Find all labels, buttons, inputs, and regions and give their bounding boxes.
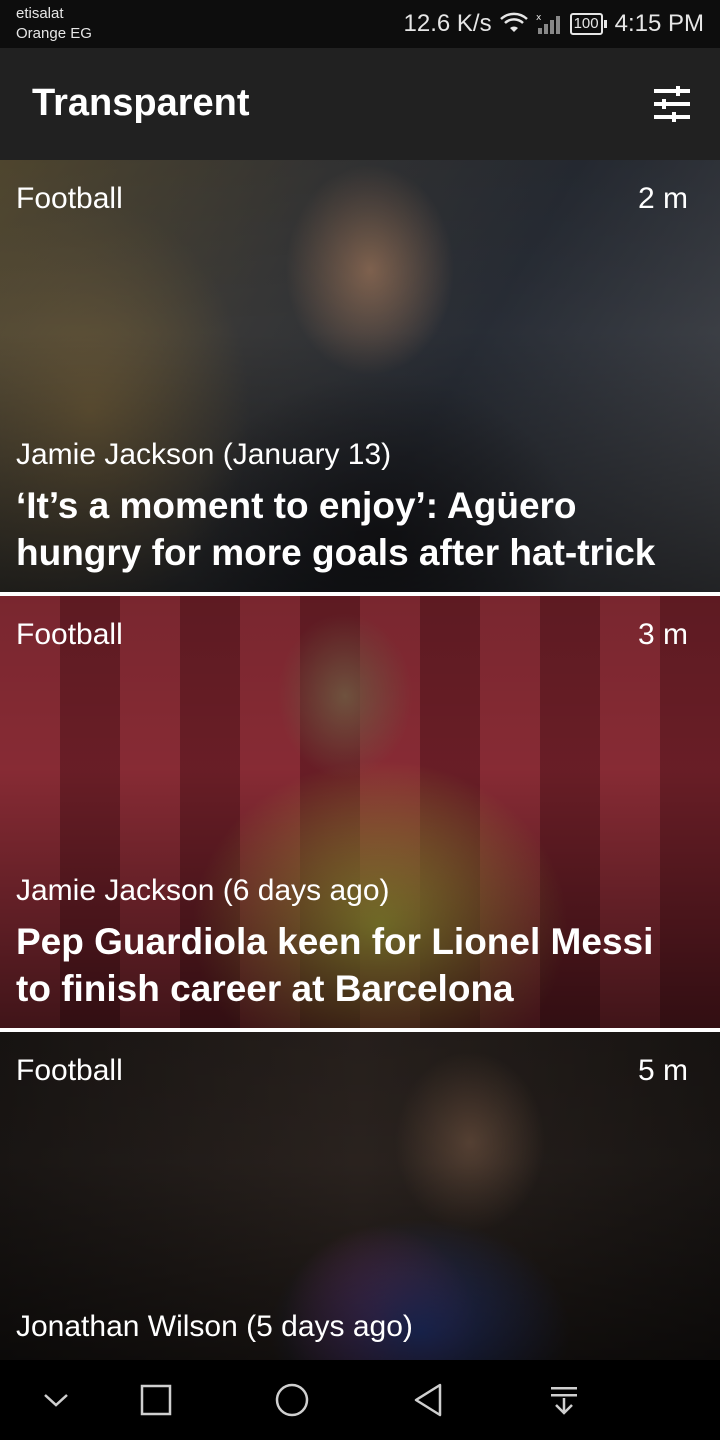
article-byline: Jonathan Wilson (5 days ago) <box>16 1310 413 1343</box>
article-card[interactable]: Football 3 m Jamie Jackson (6 days ago) … <box>0 596 720 1028</box>
battery-icon: 100 <box>569 13 607 35</box>
carrier-name: etisalat <box>16 5 64 22</box>
article-age: 2 m <box>637 182 688 215</box>
carrier-secondary: Orange EG <box>16 25 92 42</box>
nav-notification-button[interactable] <box>540 1376 588 1424</box>
article-category: Football <box>16 618 123 651</box>
article-card[interactable]: Football 5 m Jonathan Wilson (5 days ago… <box>0 1032 720 1360</box>
back-icon <box>414 1383 442 1417</box>
article-card[interactable]: Football 2 m Jamie Jackson (January 13) … <box>0 160 720 592</box>
article-headline: Pep Guardiola keen for Lionel Messi to f… <box>16 921 654 1009</box>
app-bar: Transparent <box>0 48 720 160</box>
system-nav-bar <box>0 1360 720 1440</box>
article-age: 5 m <box>637 1054 688 1087</box>
status-indicators: 12.6 K/s x 100 4:15 PM <box>404 8 704 40</box>
article-byline: Jamie Jackson (6 days ago) <box>16 874 390 907</box>
article-category: Football <box>16 1054 123 1087</box>
svg-text:x: x <box>536 13 542 23</box>
article-age: 3 m <box>637 618 688 651</box>
nav-recent-apps-button[interactable] <box>132 1376 180 1424</box>
article-category: Football <box>16 182 123 215</box>
chevron-down-icon <box>44 1394 68 1407</box>
article-headline: ‘It’s a moment to enjoy’: Agüero hungry … <box>16 485 656 573</box>
tune-icon <box>654 86 690 122</box>
app-title: Transparent <box>32 82 250 124</box>
signal-icon: x <box>536 12 562 36</box>
status-bar: etisalat Orange EG 12.6 K/s x 100 4:15 P… <box>0 0 720 48</box>
clock: 4:15 PM <box>614 10 704 37</box>
article-byline: Jamie Jackson (January 13) <box>16 438 392 471</box>
nav-home-button[interactable] <box>268 1376 316 1424</box>
battery-level: 100 <box>569 13 603 35</box>
wifi-icon <box>499 12 528 36</box>
nav-back-button[interactable] <box>404 1376 452 1424</box>
carrier-info: etisalat Orange EG <box>16 4 92 44</box>
net-speed: 12.6 K/s <box>403 10 492 37</box>
notification-pull-icon <box>551 1387 577 1415</box>
filter-button[interactable] <box>648 82 696 126</box>
recent-apps-icon <box>140 1384 172 1416</box>
home-icon <box>275 1383 309 1417</box>
nav-hide-button[interactable] <box>32 1376 80 1424</box>
